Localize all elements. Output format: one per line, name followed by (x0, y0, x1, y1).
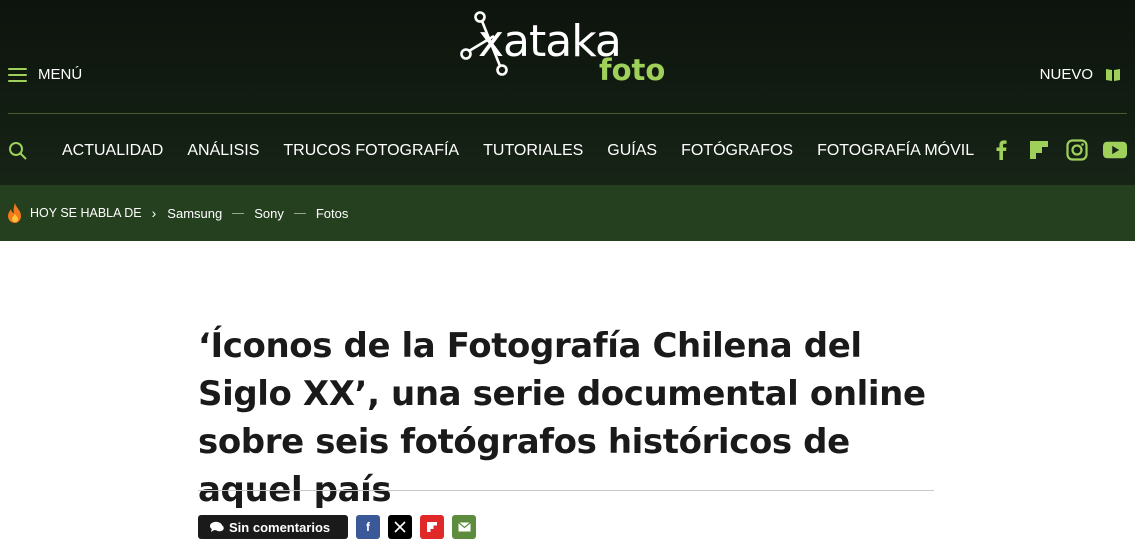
facebook-icon[interactable] (989, 138, 1013, 162)
comment-bubble-icon (210, 521, 224, 532)
new-label: NUEVO (1039, 66, 1093, 83)
menu-label: MENÚ (38, 66, 83, 83)
trending-bar: HOY SE HABLA DE › Samsung Sony Fotos (0, 185, 1135, 241)
new-button[interactable]: NUEVO (1040, 66, 1121, 83)
main-nav: ACTUALIDAD ANÁLISIS TRUCOS FOTOGRAFÍA TU… (62, 140, 998, 162)
youtube-icon[interactable] (1103, 138, 1127, 162)
logo-subbrand: foto (599, 53, 666, 87)
menu-button[interactable]: MENÚ (8, 66, 82, 83)
nav-item-actualidad[interactable]: ACTUALIDAD (62, 140, 163, 162)
site-logo[interactable]: xataka foto (458, 6, 678, 90)
article-divider (198, 490, 934, 491)
article-title: ‘Íconos de la Fotografía Chilena del Sig… (198, 326, 926, 510)
chevron-right-icon: › (151, 205, 157, 221)
trending-label: HOY SE HABLA DE (30, 206, 142, 220)
site-header: MENÚ xataka foto NUEVO ACTUALIDAD ANÁLIS… (0, 0, 1135, 185)
flipboard-icon[interactable] (1027, 138, 1051, 162)
comments-label: Sin comentarios (229, 519, 331, 535)
x-icon (394, 521, 406, 533)
facebook-icon: f (366, 520, 370, 534)
nav-item-fotografos[interactable]: FOTÓGRAFOS (681, 140, 793, 162)
envelope-icon (457, 522, 471, 532)
comments-button[interactable]: Sin comentarios (198, 515, 348, 539)
share-x-button[interactable] (388, 515, 412, 539)
nav-item-analisis[interactable]: ANÁLISIS (187, 140, 259, 162)
header-divider (8, 113, 1127, 114)
trending-tag-sony[interactable]: Sony (254, 206, 284, 221)
share-flipboard-button[interactable] (420, 515, 444, 539)
book-icon (1106, 68, 1120, 81)
search-icon[interactable] (8, 141, 28, 161)
hamburger-icon (8, 67, 27, 82)
article-actions: Sin comentarios f (198, 515, 484, 539)
instagram-icon[interactable] (1065, 138, 1089, 162)
nav-item-trucos-fotografia[interactable]: TRUCOS FOTOGRAFÍA (283, 140, 459, 162)
tag-separator (232, 212, 245, 214)
flipboard-icon (427, 522, 437, 532)
share-email-button[interactable] (452, 515, 476, 539)
nav-item-tutoriales[interactable]: TUTORIALES (483, 140, 583, 162)
nav-item-fotografia-movil[interactable]: FOTOGRAFÍA MÓVIL (817, 140, 974, 162)
tag-separator (293, 212, 306, 214)
nav-item-guias[interactable]: GUÍAS (607, 140, 657, 162)
article-header: ‘Íconos de la Fotografía Chilena del Sig… (198, 322, 934, 514)
flame-icon (8, 203, 21, 223)
social-links (989, 138, 1127, 162)
share-facebook-button[interactable]: f (356, 515, 380, 539)
trending-tag-samsung[interactable]: Samsung (167, 206, 222, 221)
trending-tag-fotos[interactable]: Fotos (316, 206, 349, 221)
